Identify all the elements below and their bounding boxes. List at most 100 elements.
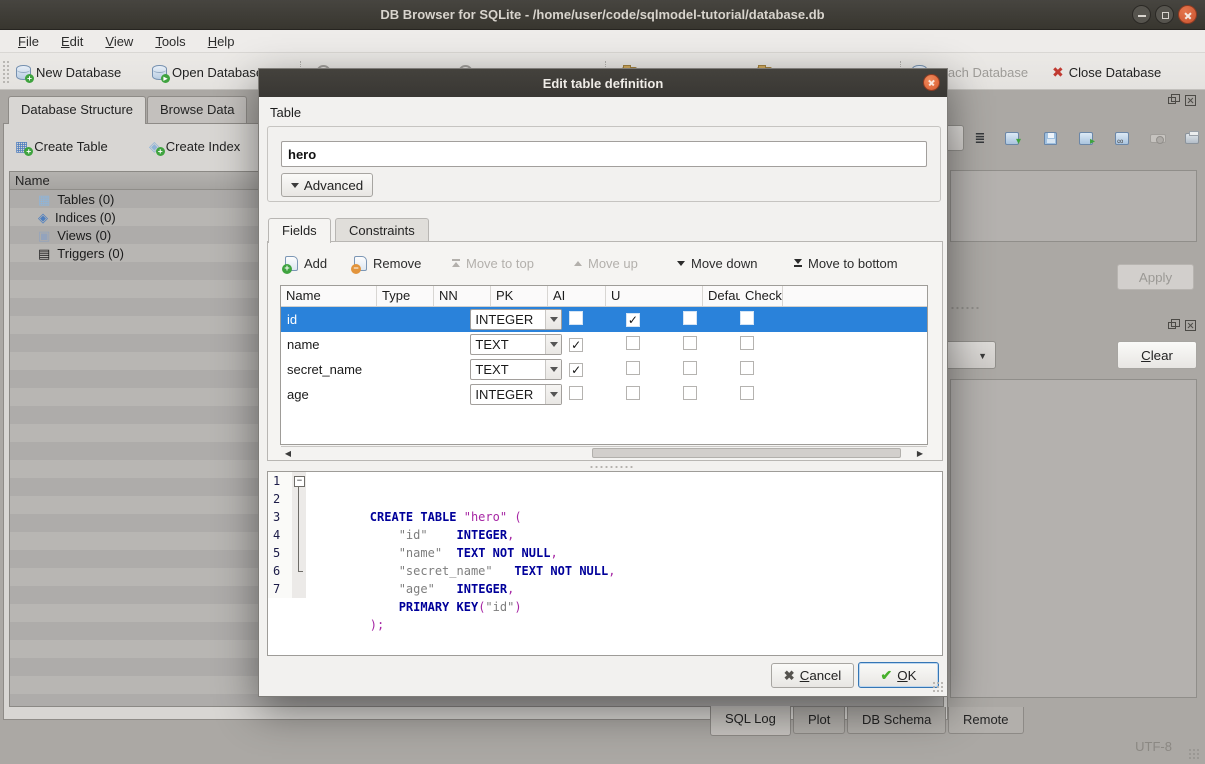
link-cell-button[interactable]: ∞: [1110, 127, 1134, 149]
cancel-button[interactable]: ✖ Cancel: [771, 663, 854, 688]
dock-tab[interactable]: Plot: [793, 707, 845, 734]
unique-checkbox[interactable]: [740, 336, 754, 350]
type-combo[interactable]: TEXT: [470, 359, 562, 380]
pk-checkbox[interactable]: [626, 386, 640, 400]
clear-log-button[interactable]: Clear: [1117, 341, 1197, 369]
move-to-top-button[interactable]: Move to top: [452, 251, 534, 275]
resize-grip[interactable]: [1188, 748, 1200, 760]
unique-checkbox[interactable]: [740, 311, 754, 325]
field-row[interactable]: age INTEGER: [281, 382, 927, 407]
field-row[interactable]: secret_name TEXT ✓: [281, 357, 927, 382]
pk-checkbox[interactable]: [626, 336, 640, 350]
column-header[interactable]: AI: [548, 286, 606, 306]
dock-close-icon[interactable]: [1185, 95, 1196, 106]
ok-button[interactable]: ✔ OK: [858, 662, 939, 688]
field-name-cell[interactable]: name: [281, 337, 469, 352]
field-name-cell[interactable]: secret_name: [281, 362, 469, 377]
column-header[interactable]: NN: [434, 286, 491, 306]
column-header[interactable]: Type: [377, 286, 434, 306]
set-null-button[interactable]: [1146, 127, 1170, 149]
nn-checkbox[interactable]: [569, 311, 583, 325]
type-combo[interactable]: INTEGER: [470, 384, 562, 405]
cell-editor-area[interactable]: [950, 170, 1197, 242]
field-row[interactable]: name TEXT ✓: [281, 332, 927, 357]
dock-float-icon[interactable]: [1168, 320, 1180, 331]
fold-marker[interactable]: [292, 508, 306, 526]
create-table-button[interactable]: ▦+ Create Table: [15, 134, 108, 158]
close-icon[interactable]: [1178, 5, 1197, 24]
scrollbar-thumb[interactable]: [592, 448, 901, 458]
scroll-right-icon[interactable]: ▶: [913, 447, 927, 459]
field-row[interactable]: id INTEGER ✓: [281, 307, 927, 332]
dock-tab[interactable]: DB Schema: [847, 707, 946, 734]
column-header[interactable]: Default: [703, 286, 740, 306]
dock-tab[interactable]: Remote: [948, 707, 1024, 734]
create-index-button[interactable]: ◈+ Create Index: [149, 134, 240, 158]
advanced-button[interactable]: Advanced: [281, 173, 373, 197]
dock-float-icon[interactable]: [1168, 95, 1180, 106]
field-name-cell[interactable]: age: [281, 387, 469, 402]
horizontal-scrollbar[interactable]: ◀ ▶: [281, 446, 927, 459]
export-cell-button[interactable]: [1038, 127, 1062, 149]
nn-checkbox[interactable]: ✓: [569, 338, 583, 352]
fold-marker[interactable]: [292, 544, 306, 562]
apply-button[interactable]: Apply: [1117, 264, 1194, 290]
move-up-button[interactable]: Move up: [574, 251, 638, 275]
field-name-cell[interactable]: id: [281, 312, 469, 327]
fold-marker[interactable]: [292, 562, 306, 580]
menu-item[interactable]: Edit: [51, 32, 93, 51]
fold-marker[interactable]: [292, 472, 306, 490]
type-combo[interactable]: TEXT: [470, 334, 562, 355]
main-tab[interactable]: Browse Data: [147, 96, 247, 123]
column-header[interactable]: PK: [491, 286, 548, 306]
close-database-button[interactable]: ✖ Close Database: [1052, 61, 1161, 83]
column-header[interactable]: U: [606, 286, 703, 306]
toolbar-drag-handle[interactable]: [3, 61, 9, 83]
menu-item[interactable]: File: [8, 32, 49, 51]
ai-checkbox[interactable]: [683, 336, 697, 350]
ai-checkbox[interactable]: [683, 311, 697, 325]
move-down-button[interactable]: Move down: [677, 251, 757, 275]
tab-constraints[interactable]: Constraints: [335, 218, 429, 242]
add-field-button[interactable]: Add: [285, 251, 327, 275]
dialog-titlebar[interactable]: Edit table definition: [259, 69, 947, 97]
unique-checkbox[interactable]: [740, 386, 754, 400]
dock-close-icon[interactable]: [1185, 320, 1196, 331]
pk-checkbox[interactable]: ✓: [626, 313, 640, 327]
ai-checkbox[interactable]: [683, 386, 697, 400]
open-in-window-button[interactable]: ▸: [1074, 127, 1098, 149]
table-name-input[interactable]: [281, 141, 927, 167]
dock-splitter-handle[interactable]: [950, 306, 980, 310]
open-database-button[interactable]: ▸ Open Database: [152, 61, 263, 83]
menu-item[interactable]: Tools: [145, 32, 195, 51]
new-database-button[interactable]: + New Database: [16, 61, 121, 83]
main-tab[interactable]: Database Structure: [8, 96, 146, 124]
fold-marker[interactable]: [292, 526, 306, 544]
window-titlebar[interactable]: DB Browser for SQLite - /home/user/code/…: [0, 0, 1205, 30]
scroll-left-icon[interactable]: ◀: [281, 447, 295, 459]
import-cell-button[interactable]: ▾: [1000, 127, 1024, 149]
nn-checkbox[interactable]: [569, 386, 583, 400]
unique-checkbox[interactable]: [740, 361, 754, 375]
print-cell-button[interactable]: [1180, 127, 1204, 149]
fold-marker[interactable]: [292, 580, 306, 598]
column-header[interactable]: Check: [740, 286, 783, 306]
type-combo[interactable]: INTEGER: [470, 309, 562, 330]
menu-item[interactable]: Help: [198, 32, 245, 51]
fields-grid-header[interactable]: NameTypeNNPKAIUDefaultCheck: [281, 286, 927, 307]
splitter-handle[interactable]: [589, 465, 635, 469]
column-header[interactable]: Name: [281, 286, 377, 306]
dock-tab[interactable]: SQL Log: [710, 706, 791, 736]
sql-log-area[interactable]: [950, 379, 1197, 698]
fold-marker[interactable]: [292, 490, 306, 508]
maximize-icon[interactable]: [1155, 5, 1174, 24]
dialog-resize-grip[interactable]: [932, 681, 944, 693]
sql-preview[interactable]: 1 CREATE TABLE "hero" ( 2 "id" INTEGER, …: [267, 471, 943, 656]
move-to-bottom-button[interactable]: Move to bottom: [794, 251, 898, 275]
ai-checkbox[interactable]: [683, 361, 697, 375]
pk-checkbox[interactable]: [626, 361, 640, 375]
minimize-icon[interactable]: [1132, 5, 1151, 24]
menu-item[interactable]: View: [95, 32, 143, 51]
dialog-close-icon[interactable]: [923, 74, 940, 91]
nn-checkbox[interactable]: ✓: [569, 363, 583, 377]
